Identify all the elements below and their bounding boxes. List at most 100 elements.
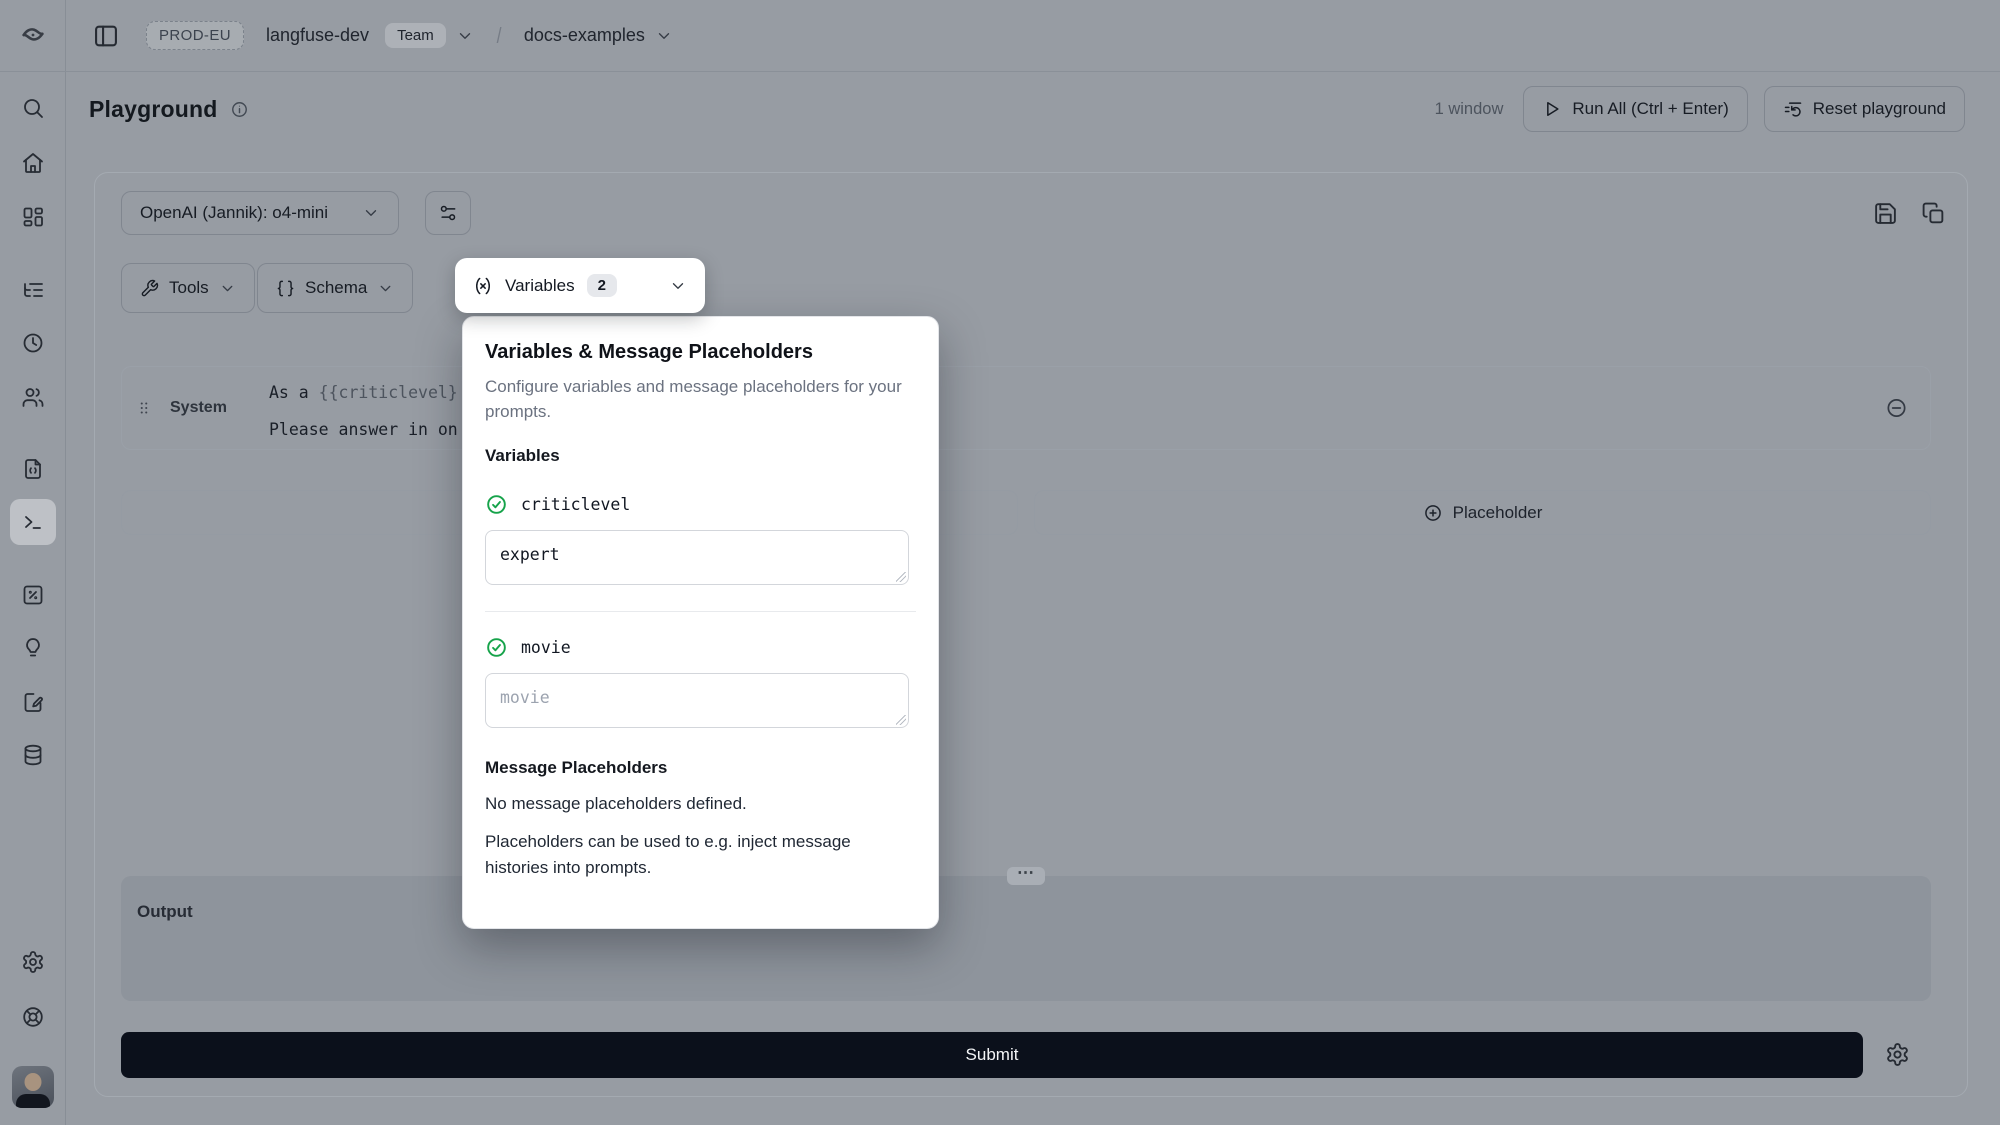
copy-icon[interactable] (1921, 201, 1946, 226)
users-icon (21, 385, 45, 409)
sidebar-item-dashboards[interactable] (10, 194, 56, 240)
sidebar-item-users[interactable] (10, 374, 56, 420)
list-tree-icon (21, 278, 45, 302)
user-avatar[interactable] (12, 1066, 54, 1108)
model-selector-label: OpenAI (Jannik): o4-mini (140, 203, 352, 223)
environment-badge: PROD-EU (146, 21, 244, 50)
check-circle-icon (485, 493, 508, 516)
variable-row: criticlevel (485, 493, 916, 516)
check-circle-icon (485, 636, 508, 659)
schema-chevron-down-icon (377, 280, 394, 297)
sidebar-item-sessions[interactable] (10, 320, 56, 366)
sidebar-item-tracing[interactable] (10, 267, 56, 313)
sidebar-item-playground[interactable] (10, 499, 56, 545)
add-placeholder-label: Placeholder (1453, 503, 1543, 523)
sidebar-item-home[interactable] (10, 140, 56, 186)
reset-playground-label: Reset playground (1813, 99, 1946, 119)
terminal-icon (21, 510, 45, 534)
variable-value-input[interactable]: expert (485, 530, 909, 585)
breadcrumb: PROD-EU langfuse-dev Team / docs-example… (66, 0, 2000, 71)
project-chevron-down-icon[interactable] (655, 27, 673, 45)
variable-icon (473, 276, 493, 296)
lifebuoy-icon (21, 1005, 45, 1029)
variables-dropdown[interactable]: Variables 2 (455, 258, 705, 313)
variable-name: criticlevel (521, 495, 630, 514)
window-count: 1 window (1435, 100, 1504, 119)
sidebar-item-search[interactable] (10, 85, 56, 131)
play-icon (1542, 99, 1562, 119)
sidebar-item-support[interactable] (10, 994, 56, 1040)
breadcrumb-separator: / (496, 23, 501, 49)
output-panel: ⋯ Output (121, 876, 1931, 1001)
run-all-button[interactable]: Run All (Ctrl + Enter) (1523, 86, 1747, 132)
run-all-label: Run All (Ctrl + Enter) (1572, 99, 1728, 119)
percent-square-icon (21, 583, 45, 607)
sidebar-item-datasets[interactable] (10, 732, 56, 778)
sidebar-item-annotation[interactable] (10, 679, 56, 725)
file-code-icon (21, 457, 45, 481)
model-settings-button[interactable] (425, 191, 471, 235)
tools-label: Tools (169, 278, 209, 298)
system-message-line2[interactable]: Please answer in on (269, 420, 458, 439)
gear-icon (21, 950, 45, 974)
model-selector[interactable]: OpenAI (Jannik): o4-mini (121, 191, 399, 235)
project-name[interactable]: docs-examples (524, 25, 645, 46)
variable-name: movie (521, 638, 571, 657)
system-message-line1[interactable]: As a {{criticlevel} (269, 383, 458, 402)
model-chevron-down-icon (362, 204, 380, 222)
org-name[interactable]: langfuse-dev (266, 25, 369, 46)
variables-label: Variables (505, 276, 575, 296)
header-divider (0, 71, 2000, 72)
wrench-icon (140, 279, 159, 298)
sidebar-item-insights[interactable] (10, 625, 56, 671)
langfuse-logo (19, 21, 47, 49)
submit-button[interactable]: Submit (121, 1032, 1863, 1078)
sliders-icon (438, 203, 458, 223)
save-icon[interactable] (1873, 201, 1898, 226)
sidebar-item-settings[interactable] (10, 939, 56, 985)
avatar-shoulders (16, 1094, 50, 1108)
sidebar-item-evaluation[interactable] (10, 572, 56, 618)
variable-value-input[interactable] (485, 673, 909, 728)
submit-settings-gear-icon[interactable] (1885, 1042, 1910, 1067)
reset-playground-button[interactable]: Reset playground (1764, 86, 1965, 132)
schema-dropdown[interactable]: Schema (257, 263, 413, 313)
dashboard-icon (21, 205, 45, 229)
lightbulb-icon (21, 636, 45, 660)
sidebar-item-prompts[interactable] (10, 446, 56, 492)
plus-circle-icon (1423, 503, 1443, 523)
remove-message-icon[interactable] (1885, 397, 1908, 420)
tools-chevron-down-icon (219, 280, 236, 297)
clock-icon (21, 331, 45, 355)
org-chevron-down-icon[interactable] (456, 27, 474, 45)
variable-row: movie (485, 636, 916, 659)
sidebar-toggle-icon[interactable] (92, 22, 120, 50)
placeholders-section-heading: Message Placeholders (485, 758, 916, 778)
template-variable: {{criticlevel} (319, 383, 458, 402)
message-role-label[interactable]: System (170, 399, 227, 417)
variables-section-heading: Variables (485, 446, 916, 466)
popover-title: Variables & Message Placeholders (485, 341, 916, 364)
variables-chevron-down-icon (669, 277, 687, 295)
add-placeholder-button[interactable]: Placeholder (1034, 490, 1931, 535)
playground-window: OpenAI (Jannik): o4-mini Tools Schema Sy… (94, 172, 1968, 1097)
popover-divider (485, 611, 916, 612)
system-message-row[interactable]: System As a {{criticlevel} Please answer… (121, 366, 1931, 450)
avatar-face (24, 1073, 41, 1091)
drag-grip-icon[interactable] (135, 397, 153, 419)
org-role-badge: Team (385, 23, 446, 48)
tools-dropdown[interactable]: Tools (121, 263, 255, 313)
home-icon (21, 151, 45, 175)
braces-icon (276, 279, 295, 298)
list-restart-icon (1783, 99, 1803, 119)
variables-popover: Variables & Message Placeholders Configu… (462, 316, 939, 929)
info-icon[interactable] (230, 100, 249, 119)
resize-handle[interactable]: ⋯ (1007, 867, 1045, 885)
clipboard-pen-icon (21, 690, 45, 714)
sidebar (0, 0, 66, 1125)
search-icon (21, 96, 45, 120)
database-icon (21, 743, 45, 767)
variables-count-badge: 2 (587, 274, 617, 297)
placeholders-empty-text: No message placeholders defined. (485, 794, 916, 814)
page-title: Playground (89, 96, 218, 123)
